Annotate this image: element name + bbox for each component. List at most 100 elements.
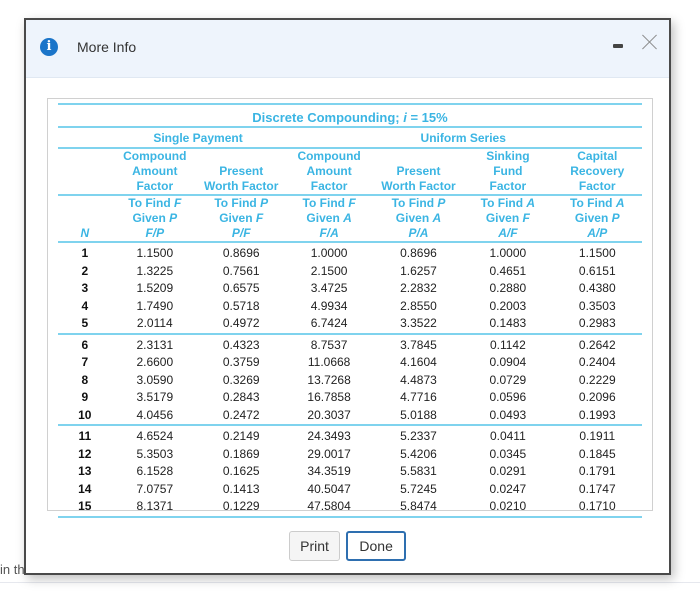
factor-notation: F/A bbox=[284, 226, 373, 242]
period-n-cell: 13 bbox=[78, 464, 92, 478]
factor-value-cell: 0.4972 bbox=[222, 316, 260, 330]
period-n-cell: 7 bbox=[81, 355, 89, 369]
factor-value-cell: 0.1710 bbox=[578, 499, 616, 513]
factor-value-cell: 0.0345 bbox=[489, 446, 527, 461]
table-row: 9 3.5179 0.2843 16.7858 4.7716 0.0596 0.2096 bbox=[58, 389, 642, 407]
table-row: 3 1.5209 0.6575 3.4725 2.2832 0.2880 0.4380 bbox=[58, 280, 642, 298]
factor-value-cell: 40.5047 bbox=[307, 481, 351, 496]
factor-value-cell: 0.2149 bbox=[222, 429, 260, 443]
factor-value-cell: 6.1528 bbox=[136, 464, 174, 478]
factor-value-cell: 1.6257 bbox=[400, 263, 437, 278]
header-spacer bbox=[58, 196, 112, 211]
given-var: A bbox=[432, 211, 442, 225]
factor-value-cell: 6.7424 bbox=[310, 316, 348, 330]
background-divider bbox=[0, 582, 700, 583]
factor-value-cell: 0.2229 bbox=[578, 372, 616, 387]
factor-name-line: Recovery bbox=[570, 164, 625, 178]
factor-name-line bbox=[198, 149, 284, 164]
factor-value-cell: 0.1869 bbox=[222, 446, 260, 461]
factor-value-cell: 2.1500 bbox=[310, 263, 348, 278]
factor-notation: A/F bbox=[463, 226, 552, 242]
given-text: Given bbox=[395, 211, 433, 225]
period-n-cell: 12 bbox=[78, 446, 92, 461]
factor-value-cell: 3.5179 bbox=[136, 390, 174, 404]
factor-value-cell: 0.5718 bbox=[222, 298, 260, 313]
factor-value-cell: 4.4873 bbox=[400, 372, 437, 387]
done-button[interactable]: Done bbox=[346, 531, 406, 561]
factor-notation-text: P/A bbox=[408, 226, 429, 240]
factor-value-cell: 2.6600 bbox=[136, 355, 174, 369]
dialog-title: More Info bbox=[77, 39, 137, 55]
factor-value-cell: 3.4725 bbox=[310, 281, 348, 295]
factor-value-cell: 0.1625 bbox=[222, 464, 260, 478]
factor-notation: F/P bbox=[112, 226, 198, 242]
factor-value-cell: 8.1371 bbox=[136, 499, 174, 513]
factor-value-cell: 0.1413 bbox=[222, 481, 260, 496]
background-partial-text: in th bbox=[0, 562, 25, 577]
factor-value-cell: 4.9934 bbox=[310, 298, 348, 313]
factor-notation-text: A/P bbox=[587, 226, 608, 240]
factor-value-cell: 8.7537 bbox=[310, 337, 348, 352]
header-spacer bbox=[58, 211, 112, 226]
to-find-label: To Find A bbox=[463, 196, 552, 211]
factor-notation: P/F bbox=[198, 226, 284, 242]
minimize-icon[interactable] bbox=[613, 44, 623, 48]
factor-value-cell: 0.0493 bbox=[489, 407, 527, 422]
factor-value-cell: 0.0247 bbox=[489, 481, 527, 496]
table-row: 5 2.0114 0.4972 6.7424 3.3522 0.1483 0.2983 bbox=[58, 315, 642, 334]
given-var: F bbox=[522, 211, 530, 225]
table-row: 10 4.0456 0.2472 20.3037 5.0188 0.0493 0.1993 bbox=[58, 407, 642, 426]
close-icon[interactable] bbox=[642, 34, 658, 50]
factor-name-line: Compound bbox=[123, 149, 187, 163]
table-row: 12 5.3503 0.1869 29.0017 5.4206 0.0345 0.1845 bbox=[58, 446, 642, 464]
info-icon: i bbox=[40, 38, 58, 56]
factor-value-cell: 0.3759 bbox=[222, 355, 260, 369]
factor-value-cell: 0.8696 bbox=[222, 246, 260, 260]
period-n-cell: 8 bbox=[81, 372, 89, 387]
factor-notation-text: P/F bbox=[231, 226, 251, 240]
factor-value-cell: 16.7858 bbox=[307, 390, 351, 404]
factor-value-cell: 1.7490 bbox=[136, 298, 174, 313]
to-find-label: To Find F bbox=[112, 196, 198, 211]
factor-value-cell: 0.1911 bbox=[579, 429, 616, 443]
table-row: 8 3.0590 0.3269 13.7268 4.4873 0.0729 0.2229 bbox=[58, 372, 642, 390]
factor-name-line: Fund bbox=[493, 164, 523, 178]
factor-value-cell: 0.2642 bbox=[578, 337, 616, 352]
table-rule bbox=[58, 515, 642, 519]
factor-value-cell: 0.1791 bbox=[578, 464, 616, 478]
factor-value-cell: 0.0411 bbox=[489, 429, 526, 443]
given-text: Given bbox=[574, 211, 612, 225]
to-find-label: To Find F bbox=[284, 196, 373, 211]
factor-value-cell: 0.3503 bbox=[578, 298, 616, 313]
to-find-var: P bbox=[437, 196, 446, 210]
given-label: Given F bbox=[198, 211, 284, 226]
factor-value-cell: 0.2003 bbox=[489, 298, 527, 313]
factor-value-cell: 0.8696 bbox=[400, 246, 437, 260]
factor-value-cell: 0.1483 bbox=[489, 316, 527, 330]
period-n-cell: 1 bbox=[81, 246, 89, 260]
factor-value-cell: 0.0904 bbox=[489, 355, 527, 369]
factor-name-line: Worth Factor bbox=[381, 179, 456, 193]
factor-value-cell: 0.2843 bbox=[222, 390, 260, 404]
factor-value-cell: 2.8550 bbox=[400, 298, 437, 313]
to-find-var: A bbox=[615, 196, 625, 210]
factor-value-cell: 0.1229 bbox=[222, 499, 260, 513]
table-title-suffix: = 15% bbox=[406, 110, 448, 125]
factor-value-cell: 3.3522 bbox=[400, 316, 437, 330]
factor-value-cell: 5.5831 bbox=[400, 464, 437, 478]
factor-value-cell: 1.1500 bbox=[136, 246, 174, 260]
factor-value-cell: 13.7268 bbox=[307, 372, 351, 387]
given-text: Given bbox=[132, 211, 170, 225]
group-single-payment: Single Payment bbox=[153, 131, 243, 145]
print-button[interactable]: Print bbox=[289, 531, 340, 561]
factor-name-line: Worth Factor bbox=[203, 179, 279, 193]
factor-name-line: Factor bbox=[136, 179, 174, 193]
table-row: 7 2.6600 0.3759 11.0668 4.1604 0.0904 0.2404 bbox=[58, 354, 642, 372]
factor-value-cell: 4.0456 bbox=[136, 407, 174, 422]
factor-value-cell: 0.3269 bbox=[222, 372, 260, 387]
given-text: Given bbox=[219, 211, 256, 225]
given-label: Given F bbox=[463, 211, 552, 226]
factor-value-cell: 20.3037 bbox=[307, 407, 351, 422]
group-uniform-series: Uniform Series bbox=[420, 131, 506, 145]
to-find-text: To Find bbox=[391, 196, 438, 210]
